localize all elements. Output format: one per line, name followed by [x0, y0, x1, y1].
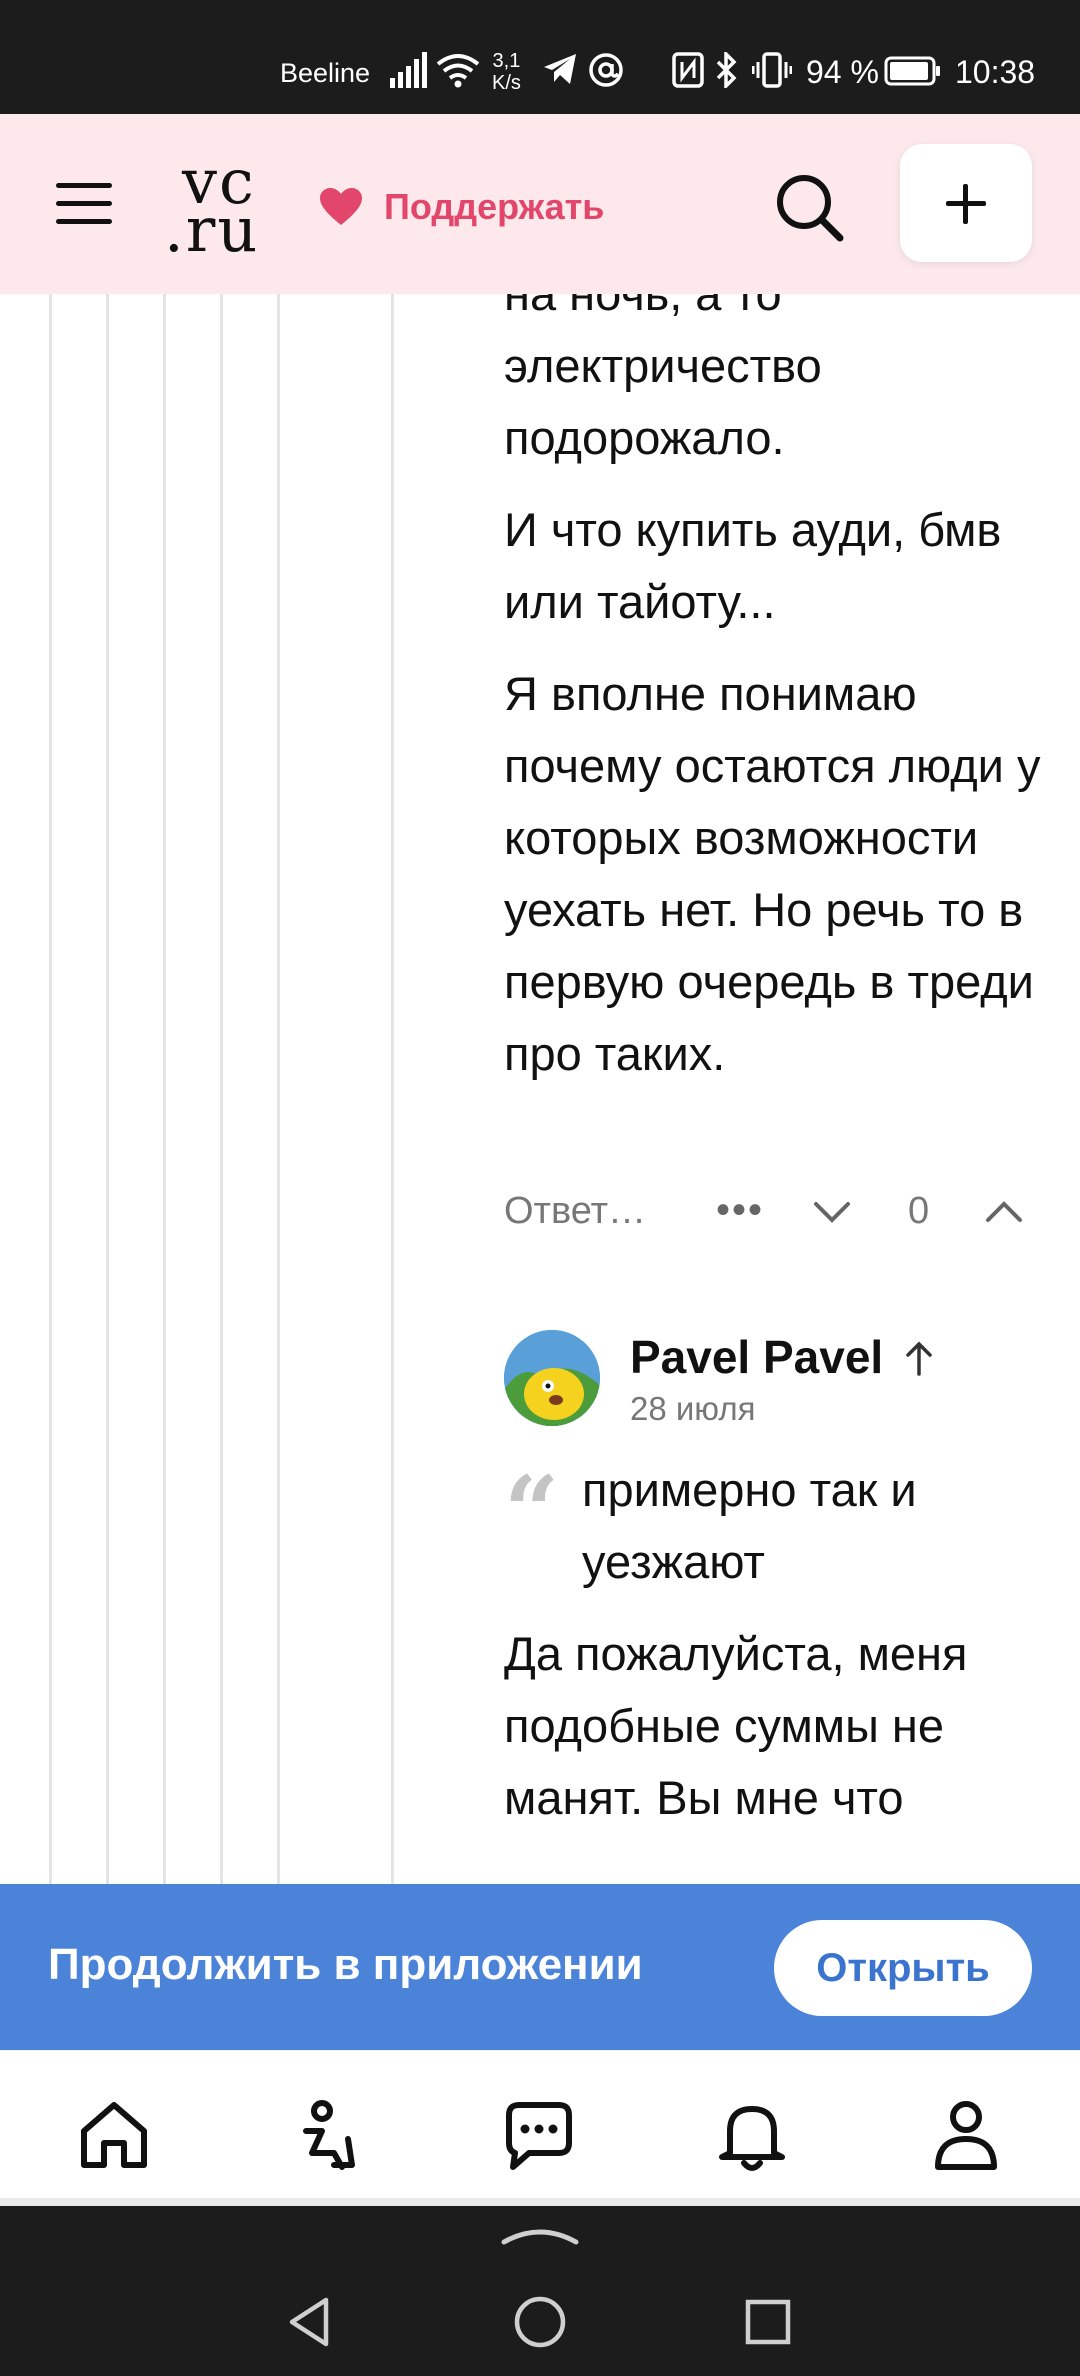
carrier-name: Beeline: [280, 58, 371, 88]
create-post-button[interactable]: [900, 144, 1032, 262]
popular-icon[interactable]: [286, 2095, 366, 2175]
profile-icon[interactable]: [926, 2095, 1006, 2175]
battery-percent: 94 %: [806, 54, 879, 90]
home-icon[interactable]: [74, 2095, 154, 2175]
author-name[interactable]: Pavel Pavel: [630, 1330, 883, 1384]
clock: 10:38: [955, 54, 1036, 90]
comment-paragraph: Я вполне понимаю почему остаются люди у …: [504, 667, 1041, 1080]
telegram-icon: [544, 54, 576, 84]
site-logo[interactable]: vc .ru: [164, 151, 284, 261]
battery-icon: [884, 56, 940, 86]
thread-line: [49, 294, 52, 1884]
quoted-text: примерно так и уезжают: [582, 1463, 917, 1588]
bottom-navigation: [0, 2050, 1080, 2199]
reply-button[interactable]: Ответ…: [504, 1190, 646, 1233]
comment-paragraph: И что купить ауди, бмв или тайоту...: [504, 503, 1002, 628]
more-options-button[interactable]: •••: [716, 1188, 764, 1233]
home-circle-icon[interactable]: [512, 2294, 568, 2350]
thread-line: [220, 294, 223, 1884]
thread-line: [106, 294, 109, 1884]
arrow-up-icon: [906, 1341, 932, 1376]
back-icon[interactable]: [284, 2294, 334, 2350]
bluetooth-icon: [716, 52, 737, 88]
chevron-up-icon[interactable]: [984, 1192, 1024, 1232]
avatar-image: [504, 1330, 600, 1426]
nav-divider: [0, 2198, 1080, 2206]
search-icon[interactable]: [772, 170, 846, 244]
comment-paragraph: на ночь, а то электричество подорожало.: [504, 294, 822, 464]
comment-date[interactable]: 28 июля: [630, 1390, 755, 1428]
thread-line: [163, 294, 166, 1884]
nfc-icon: [672, 52, 704, 88]
chevron-down-icon[interactable]: [812, 1192, 852, 1232]
support-button[interactable]: Поддержать: [318, 182, 604, 232]
messages-icon[interactable]: [499, 2095, 579, 2175]
site-header: vc .ru Поддержать: [0, 114, 1080, 294]
comment-actions: Ответ… ••• 0: [504, 1184, 1044, 1244]
at-sign-icon: [589, 53, 623, 87]
heart-icon: [320, 188, 362, 225]
thread-line: [277, 294, 280, 1884]
quote-icon: “: [504, 1455, 560, 1568]
status-bar: Beeline 3,1 K/s 94 % 10:38: [0, 0, 1080, 114]
open-in-app-banner: Продолжить в приложении Открыть: [0, 1884, 1080, 2050]
signal-icon: [390, 52, 427, 88]
wifi-icon: [436, 54, 480, 88]
rating-count: 0: [908, 1190, 930, 1232]
support-label: Поддержать: [384, 186, 605, 227]
speed-unit: K/s: [492, 72, 521, 94]
network-speed: 3,1 K/s: [492, 50, 521, 94]
menu-icon[interactable]: [56, 183, 112, 227]
logo-line2: .ru: [164, 193, 260, 266]
swipe-handle-icon[interactable]: [500, 2224, 580, 2246]
thread-line: [391, 294, 394, 1884]
comment-text: Да пожалуйста, меня подобные суммы не ма…: [504, 1627, 968, 1824]
open-in-app-label: Продолжить в приложении: [48, 1940, 643, 1989]
speed-value: 3,1: [492, 50, 521, 72]
avatar[interactable]: [504, 1330, 600, 1426]
system-navigation-bar: [0, 2198, 1080, 2376]
notifications-icon[interactable]: [712, 2095, 792, 2175]
vibrate-icon: [752, 52, 792, 88]
open-app-button[interactable]: Открыть: [774, 1920, 1032, 2016]
recents-icon[interactable]: [744, 2298, 792, 2346]
comments-thread[interactable]: на ночь, а то электричество подорожало. …: [0, 294, 1080, 1884]
